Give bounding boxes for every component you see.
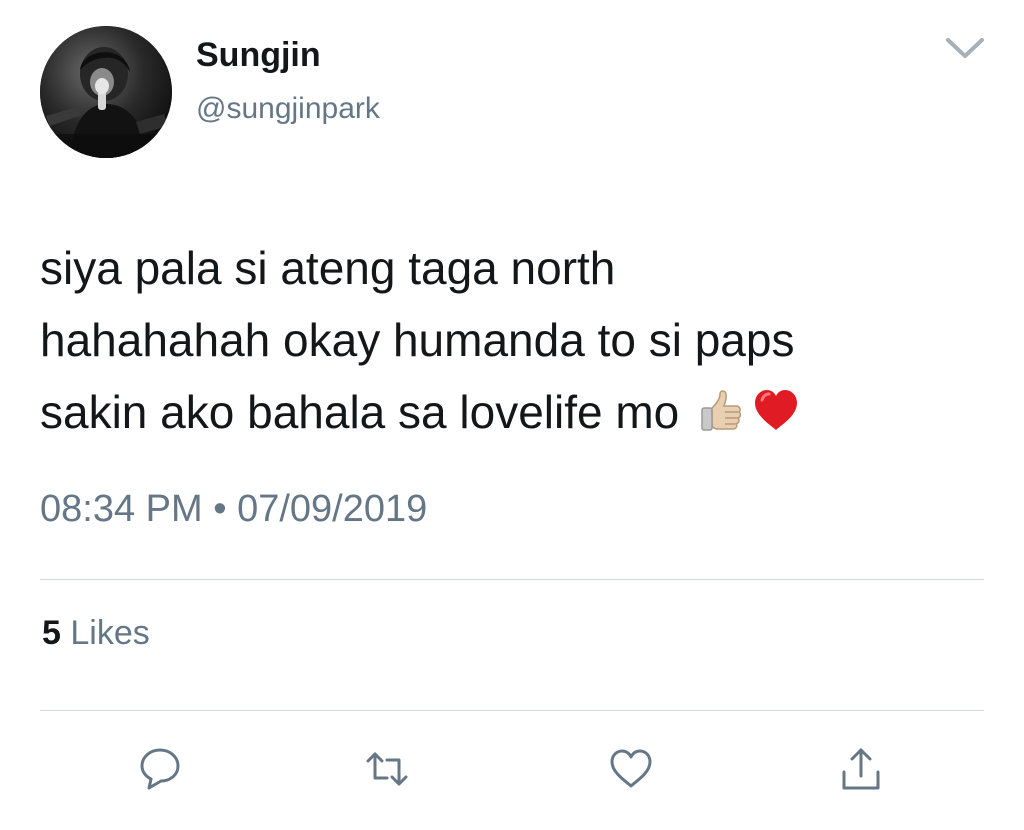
likes-label: Likes (70, 614, 150, 652)
tweet-text-line: sakin ako bahala sa lovelife mo (40, 376, 1000, 448)
likes-stat[interactable]: 5 Likes (42, 614, 150, 653)
share-icon (842, 748, 880, 790)
share-button[interactable] (836, 744, 886, 794)
reply-button[interactable] (135, 744, 185, 794)
avatar[interactable] (40, 26, 172, 158)
tweet-timestamp[interactable]: 08:34 PM • 07/09/2019 (40, 488, 427, 531)
thumbs-up-light-skin-emoji (698, 382, 746, 431)
tweet-text-line: hahahahah okay humanda to si paps (40, 314, 795, 366)
display-name[interactable]: Sungjin (196, 36, 321, 75)
tweet-text: siya pala si ateng taga north hahahahah … (40, 232, 1000, 448)
tweet-time: 08:34 PM (40, 488, 203, 530)
divider (40, 710, 984, 711)
heart-icon (610, 749, 652, 788)
speech-bubble-icon (140, 748, 180, 790)
tweet-text-line: siya pala si ateng taga north (40, 242, 616, 294)
retweet-icon (366, 752, 408, 786)
likes-count: 5 (42, 614, 61, 652)
divider (40, 579, 984, 580)
red-heart-emoji (752, 382, 800, 430)
tweet-menu-button[interactable] (942, 30, 988, 66)
retweet-button[interactable] (362, 744, 412, 794)
tweet-date: 07/09/2019 (237, 488, 428, 530)
profile-photo (40, 26, 172, 158)
like-button[interactable] (606, 744, 656, 794)
timestamp-separator: • (213, 488, 227, 530)
chevron-down-icon (946, 38, 984, 58)
tweet-text-line-content: sakin ako bahala sa lovelife mo (40, 386, 680, 438)
user-handle[interactable]: @sungjinpark (196, 92, 380, 126)
